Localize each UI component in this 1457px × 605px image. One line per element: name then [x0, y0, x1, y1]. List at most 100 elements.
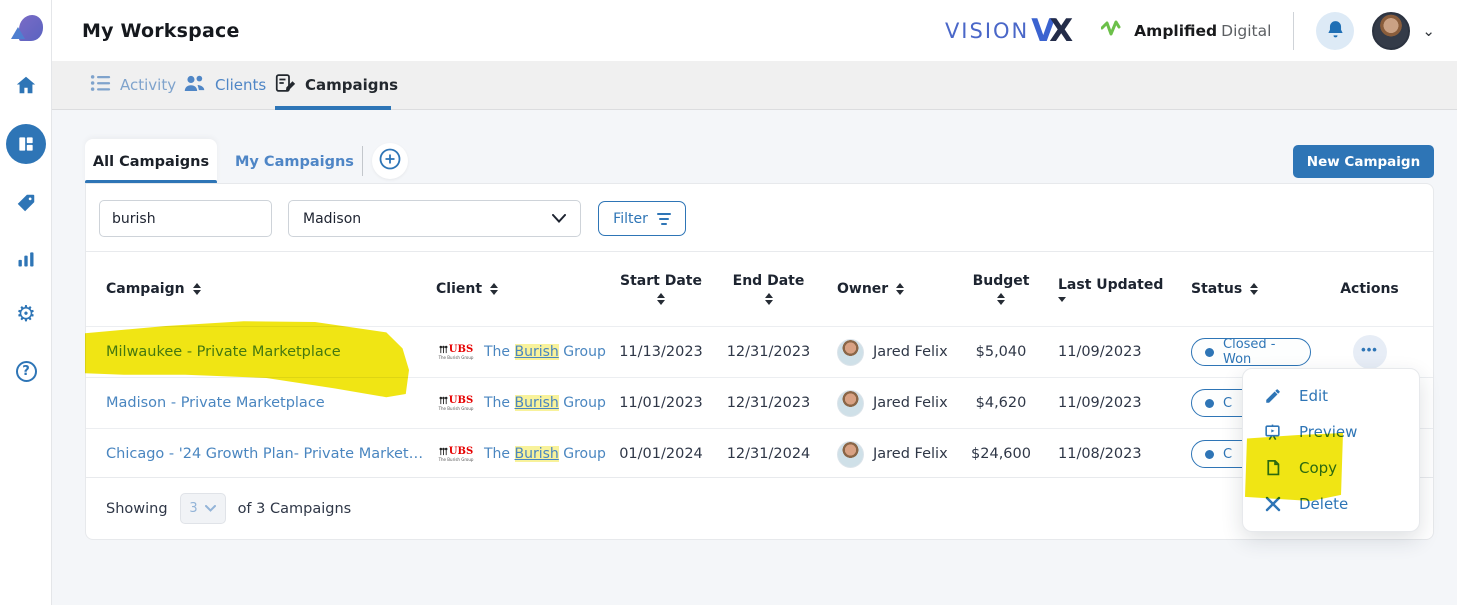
client-link[interactable]: The Burish Group [484, 446, 606, 462]
pulse-icon [1101, 19, 1127, 43]
search-input[interactable] [99, 200, 272, 237]
campaign-link[interactable]: Madison - Private Marketplace [86, 395, 426, 411]
sidebar-item-workspace[interactable] [6, 124, 46, 164]
table-row: Milwaukee - Private Marketplace UBSThe B… [86, 326, 1433, 377]
sidebar-item-settings[interactable]: ⚙ [13, 302, 39, 328]
filter-button[interactable]: Filter [598, 201, 686, 236]
page-size-select[interactable]: 3 [180, 493, 226, 524]
table-row: Chicago - '24 Growth Plan- Private Marke… [86, 428, 1433, 479]
end-date: 12/31/2023 [716, 344, 821, 360]
ubs-logo[interactable]: UBSThe Burish Group [436, 345, 476, 360]
sort-desc-icon[interactable] [1058, 297, 1066, 302]
menu-item-copy[interactable]: Copy [1243, 450, 1419, 486]
column-campaign[interactable]: Campaign [86, 281, 426, 297]
region-select[interactable]: Madison [288, 200, 581, 237]
status-dot-icon [1205, 399, 1214, 408]
digital-word: Digital [1221, 22, 1271, 40]
owner-cell: Jared Felix [821, 339, 956, 366]
search-match-highlight: Burish [515, 395, 559, 411]
end-date: 12/31/2023 [716, 395, 821, 411]
sidebar-item-analytics[interactable] [13, 246, 39, 272]
subtab-all-campaigns[interactable]: All Campaigns [85, 139, 217, 184]
column-client[interactable]: Client [426, 281, 606, 297]
clients-people-icon [183, 74, 206, 96]
menu-item-edit[interactable]: Edit [1243, 378, 1419, 414]
owner-avatar [837, 441, 864, 468]
region-select-value: Madison [303, 211, 361, 227]
campaign-link[interactable]: Milwaukee - Private Marketplace [86, 344, 426, 360]
campaign-link[interactable]: Chicago - '24 Growth Plan- Private Marke… [86, 446, 426, 462]
filter-lines-icon [657, 213, 671, 225]
left-sidebar: ⚙ ? [0, 0, 52, 605]
sort-icon[interactable] [193, 283, 201, 295]
sort-icon[interactable] [997, 293, 1005, 305]
amplified-digital-logo: AmplifiedDigital [1101, 19, 1271, 43]
filter-row: Madison Filter [86, 184, 1433, 252]
last-updated: 11/09/2023 [1046, 395, 1166, 411]
sort-icon[interactable] [657, 293, 665, 305]
bell-icon [1326, 19, 1345, 43]
home-icon [15, 74, 37, 96]
active-tab-indicator [275, 106, 391, 110]
notifications-button[interactable] [1316, 12, 1354, 50]
owner-name: Jared Felix [873, 344, 948, 360]
column-budget[interactable]: Budget [956, 273, 1046, 305]
status-cell: Closed - Won [1166, 338, 1306, 366]
campaigns-card: Madison Filter Campaign Client Start Dat… [85, 183, 1434, 540]
user-menu-caret-icon[interactable]: ⌄ [1422, 22, 1435, 40]
user-avatar[interactable] [1372, 12, 1410, 50]
sort-icon[interactable] [765, 293, 773, 305]
last-updated: 11/08/2023 [1046, 446, 1166, 462]
sidebar-item-home[interactable] [13, 72, 39, 98]
budget: $24,600 [956, 446, 1046, 462]
status-badge[interactable]: Closed - Won [1191, 338, 1311, 366]
column-last-updated[interactable]: Last Updated [1046, 277, 1166, 302]
easel-icon [1263, 423, 1282, 442]
search-match-highlight: Burish [515, 344, 559, 360]
column-end-date[interactable]: End Date [716, 273, 821, 305]
owner-name: Jared Felix [873, 395, 948, 411]
pencil-icon [1263, 387, 1282, 405]
menu-item-preview[interactable]: Preview [1243, 414, 1419, 450]
showing-label: Showing [106, 501, 168, 517]
tab-clients[interactable]: Clients [183, 61, 266, 109]
owner-cell: Jared Felix [821, 390, 956, 417]
vision-wordmark: VISION [945, 19, 1029, 43]
owner-avatar [837, 390, 864, 417]
vision-vx-logo: VISION VX [945, 13, 1067, 49]
subtab-divider [362, 146, 363, 176]
column-status[interactable]: Status [1166, 281, 1306, 297]
tab-activity[interactable]: Activity [90, 61, 176, 109]
budget: $4,620 [956, 395, 1046, 411]
start-date: 11/01/2023 [606, 395, 716, 411]
menu-item-delete[interactable]: Delete [1243, 486, 1419, 522]
sort-icon[interactable] [896, 283, 904, 295]
tab-activity-label: Activity [120, 76, 176, 94]
owner-cell: Jared Felix [821, 441, 956, 468]
subtab-my-campaigns[interactable]: My Campaigns [235, 154, 354, 170]
client-link[interactable]: The Burish Group [484, 395, 606, 411]
row-actions-button[interactable]: ••• [1353, 335, 1387, 369]
campaigns-doc-icon [275, 73, 296, 97]
sort-icon[interactable] [1250, 283, 1258, 295]
status-dot-icon [1205, 348, 1214, 357]
owner-name: Jared Felix [873, 446, 948, 462]
sidebar-item-help[interactable]: ? [13, 358, 39, 384]
tab-campaigns[interactable]: Campaigns [275, 61, 398, 109]
sidebar-item-tags[interactable] [13, 190, 39, 216]
client-link[interactable]: The Burish Group [484, 344, 606, 360]
column-owner[interactable]: Owner [821, 281, 956, 297]
sort-icon[interactable] [490, 283, 498, 295]
add-view-button[interactable] [372, 143, 408, 179]
new-campaign-button[interactable]: New Campaign [1293, 145, 1434, 178]
vx-mark: VX [1031, 13, 1067, 49]
client-cell: UBSThe Burish Group The Burish Group [426, 395, 606, 411]
owner-avatar [837, 339, 864, 366]
plus-circle-icon [378, 147, 402, 175]
ubs-logo[interactable]: UBSThe Burish Group [436, 396, 476, 411]
column-start-date[interactable]: Start Date [606, 273, 716, 305]
tag-icon [15, 192, 37, 214]
client-cell: UBSThe Burish Group The Burish Group [426, 446, 606, 462]
ubs-logo[interactable]: UBSThe Burish Group [436, 447, 476, 462]
table-row: Madison - Private Marketplace UBSThe Bur… [86, 377, 1433, 428]
